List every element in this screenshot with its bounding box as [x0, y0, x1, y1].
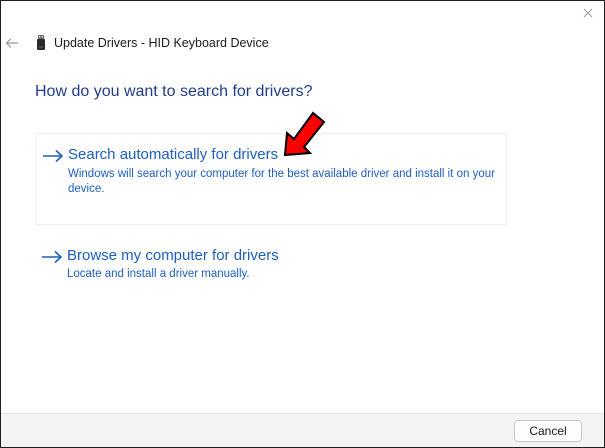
browse-computer-option[interactable]: Browse my computer for drivers Locate an…: [35, 241, 507, 291]
dialog-title: Update Drivers - HID Keyboard Device: [54, 36, 269, 50]
close-icon: [583, 8, 593, 18]
cancel-button[interactable]: Cancel: [514, 420, 582, 442]
dialog-footer: Cancel: [1, 413, 604, 447]
usb-device-icon: [37, 35, 45, 50]
search-question-heading: How do you want to search for drivers?: [35, 83, 313, 100]
arrow-right-icon: [42, 250, 63, 264]
search-automatically-option[interactable]: Search automatically for drivers Windows…: [35, 133, 507, 225]
browse-computer-description: Locate and install a driver manually.: [67, 268, 250, 280]
back-button[interactable]: [4, 35, 20, 51]
back-arrow-icon: [5, 38, 18, 48]
search-automatically-description: Windows will search your computer for th…: [68, 168, 495, 195]
dialog-header: Update Drivers - HID Keyboard Device: [1, 33, 604, 55]
update-drivers-window: Update Drivers - HID Keyboard Device How…: [0, 0, 605, 448]
browse-computer-title: Browse my computer for drivers: [67, 247, 279, 264]
search-automatically-title: Search automatically for drivers: [68, 146, 279, 163]
close-button[interactable]: [580, 5, 596, 21]
arrow-right-icon: [43, 149, 64, 163]
